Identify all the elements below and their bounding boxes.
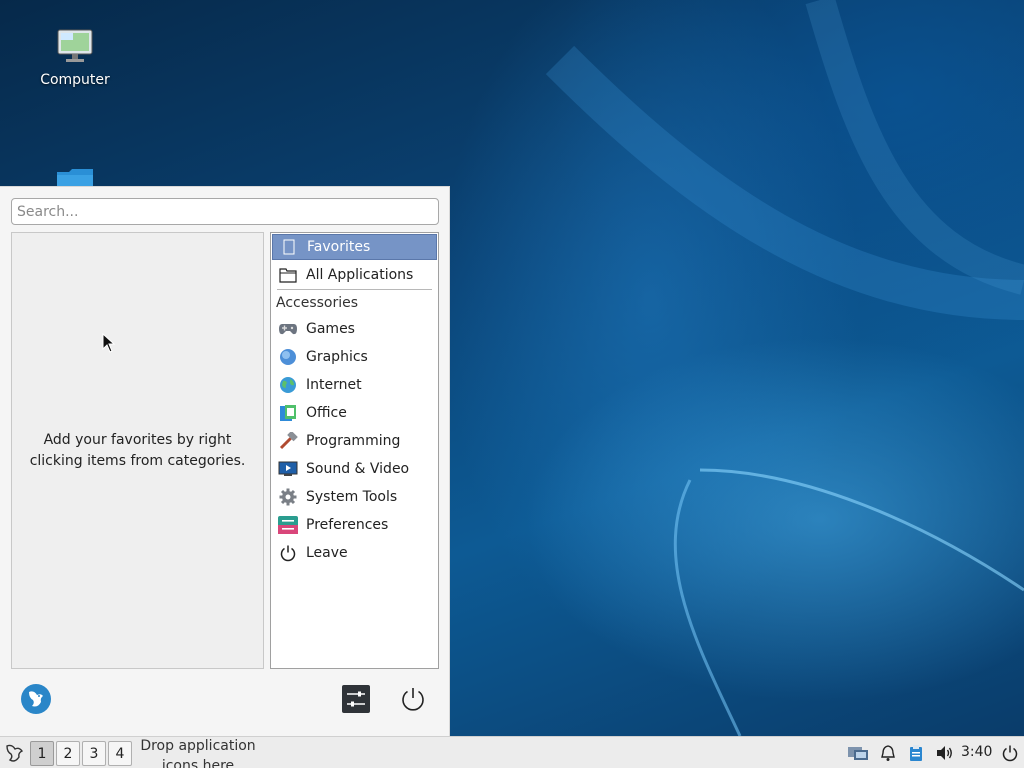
category-sound-video[interactable]: Sound & Video bbox=[272, 456, 437, 482]
workspace-3[interactable]: 3 bbox=[82, 741, 106, 766]
category-graphics[interactable]: Graphics bbox=[272, 344, 437, 370]
category-label: Office bbox=[306, 405, 347, 421]
category-favorites[interactable]: Favorites bbox=[272, 234, 437, 260]
xfce-mouse-icon bbox=[6, 744, 24, 762]
category-office[interactable]: Office bbox=[272, 400, 437, 426]
category-separator bbox=[277, 289, 432, 290]
folder-icon bbox=[278, 265, 298, 285]
category-label: Leave bbox=[306, 545, 348, 561]
network-icon[interactable] bbox=[847, 742, 869, 764]
category-label: Internet bbox=[306, 377, 362, 393]
category-label: Sound & Video bbox=[306, 461, 410, 477]
power-icon[interactable] bbox=[999, 742, 1021, 764]
volume-icon[interactable] bbox=[934, 742, 956, 764]
category-label: Favorites bbox=[307, 239, 371, 255]
search-input[interactable] bbox=[11, 198, 439, 225]
office-icon bbox=[278, 403, 298, 423]
category-label: Games bbox=[306, 321, 355, 337]
favorites-pane: Add your favorites by right clicking ite… bbox=[11, 232, 264, 669]
favorites-empty-text: Add your favorites by right clicking ite… bbox=[29, 431, 246, 469]
mouse-cursor bbox=[102, 333, 116, 353]
category-internet[interactable]: Internet bbox=[272, 372, 437, 398]
menu-launcher-button[interactable] bbox=[2, 741, 26, 765]
category-programming[interactable]: Programming bbox=[272, 428, 437, 454]
globe-icon bbox=[278, 375, 298, 395]
workspace-4[interactable]: 4 bbox=[108, 741, 132, 766]
category-label: Graphics bbox=[306, 349, 368, 365]
computer-icon bbox=[57, 29, 93, 62]
notification-bell-icon[interactable] bbox=[877, 742, 899, 764]
application-menu: Add your favorites by right clicking ite… bbox=[0, 186, 450, 736]
clock[interactable]: 3:40 bbox=[961, 744, 992, 760]
category-all-applications[interactable]: All Applications bbox=[272, 262, 437, 288]
gamepad-icon bbox=[278, 319, 298, 339]
category-system-tools[interactable]: System Tools bbox=[272, 484, 437, 510]
settings-sliders-icon bbox=[342, 685, 370, 713]
clipboard-icon[interactable] bbox=[905, 742, 927, 764]
media-icon bbox=[278, 459, 298, 479]
user-avatar-button[interactable] bbox=[14, 677, 58, 721]
categories-pane: Favorites All Applications Accessories G… bbox=[270, 232, 439, 669]
category-leave[interactable]: Leave bbox=[272, 540, 437, 566]
power-icon bbox=[278, 543, 298, 563]
category-preferences[interactable]: Preferences bbox=[272, 512, 437, 538]
category-accessories[interactable]: Accessories bbox=[276, 295, 358, 311]
workspace-2[interactable]: 2 bbox=[56, 741, 80, 766]
power-icon bbox=[402, 688, 424, 711]
settings-button[interactable] bbox=[334, 677, 378, 721]
desktop-icon-computer[interactable]: Computer bbox=[30, 26, 120, 88]
taskbar: 1 2 3 4 Drop application icons here 3:40 bbox=[0, 736, 1024, 768]
hammer-icon bbox=[278, 431, 298, 451]
workspace-1[interactable]: 1 bbox=[30, 741, 54, 766]
gear-icon bbox=[278, 487, 298, 507]
category-label: All Applications bbox=[306, 267, 414, 283]
graphics-icon bbox=[278, 347, 298, 367]
bookmark-icon bbox=[279, 237, 299, 257]
category-games[interactable]: Games bbox=[272, 316, 437, 342]
user-avatar-icon bbox=[21, 684, 51, 714]
category-label: Preferences bbox=[306, 517, 389, 533]
power-button[interactable] bbox=[391, 677, 435, 721]
category-label: Programming bbox=[306, 433, 401, 449]
launcher-drop-zone: Drop application icons here bbox=[140, 738, 256, 768]
desktop-icon-label: Computer bbox=[40, 72, 110, 88]
preferences-icon bbox=[278, 515, 298, 535]
category-label: System Tools bbox=[306, 489, 398, 505]
